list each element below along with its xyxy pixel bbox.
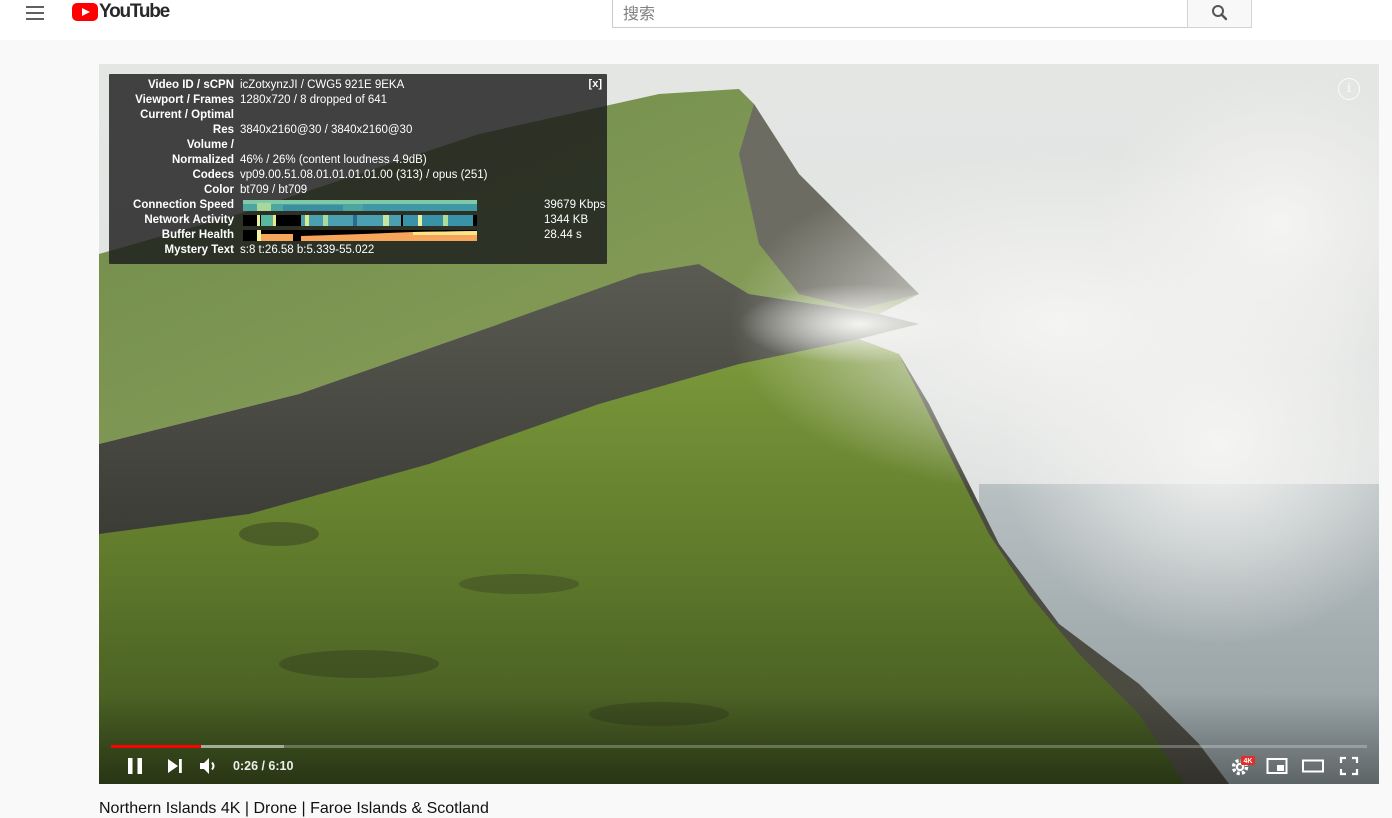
stats-value: 46% / 26% (content loudness 4.9dB) [240, 154, 427, 166]
stats-label: Normalized [172, 154, 234, 166]
search-input[interactable] [623, 4, 1177, 23]
theater-mode-icon[interactable] [1301, 754, 1325, 778]
stats-row: Video ID / sCPN icZotxynzJI / CWG5 921E 9… [115, 78, 601, 93]
next-video-icon[interactable] [163, 754, 187, 778]
info-icon[interactable]: i [1338, 78, 1360, 100]
stats-row-buffer-health: Buffer Health 28.44 s [115, 228, 601, 243]
logo-text: YouTube [99, 1, 170, 22]
stats-value: 1344 KB [544, 214, 589, 226]
volume-icon[interactable] [197, 754, 221, 778]
stats-row-network-activity: Network Activity 1344 KB [115, 213, 601, 228]
video-player[interactable]: [x] Video ID / sCPN icZotxynzJI / CWG5 92… [99, 64, 1379, 784]
progress-bar[interactable] [111, 745, 1367, 748]
stats-row: Res 3840x2160@30 / 3840x2160@30 [115, 123, 601, 138]
time-display: 0:26 / 6:10 [233, 759, 294, 773]
connection-speed-graph [243, 200, 477, 211]
pause-icon[interactable] [123, 754, 147, 778]
stats-label: Buffer Health [161, 229, 234, 241]
stats-label: Mystery Text [164, 244, 234, 256]
stats-value: 39679 Kbps [544, 199, 606, 211]
stats-row-connection-speed: Connection Speed 39679 Kbps [115, 198, 605, 213]
stats-label: Codecs [192, 169, 234, 181]
stats-row-mystery-text: Mystery Text s:8 t:26.58 b:5.339-55.022 [115, 243, 601, 258]
settings-gear-icon[interactable]: 4K [1229, 754, 1255, 778]
stats-row: Current / Optimal [115, 108, 601, 123]
network-activity-graph [243, 215, 477, 226]
stats-label: Res [212, 124, 234, 136]
stats-value: bt709 / bt709 [240, 184, 308, 196]
stats-value: icZotxynzJI / CWG5 921E 9EKA [240, 79, 405, 91]
fullscreen-icon[interactable] [1337, 754, 1361, 778]
search-icon [1212, 5, 1228, 21]
stats-label: Video ID / sCPN [147, 79, 234, 91]
stats-value: 3840x2160@30 / 3840x2160@30 [240, 124, 413, 136]
stats-for-nerds-panel: [x] Video ID / sCPN icZotxynzJI / CWG5 92… [109, 74, 607, 264]
video-title: Northern Islands 4K | Drone | Faroe Isla… [99, 800, 489, 817]
stats-value: vp09.00.51.08.01.01.01.01.00 (313) / opu… [240, 169, 488, 181]
stats-label: Volume / [186, 139, 234, 151]
buffer-health-graph [243, 230, 477, 241]
quality-badge-label: 4K [1244, 758, 1253, 765]
progress-played [111, 745, 202, 748]
stats-row: Color bt709 / bt709 [115, 183, 601, 198]
menu-icon[interactable] [22, 2, 50, 22]
stats-label: Network Activity [144, 214, 234, 226]
stats-value: s:8 t:26.58 b:5.339-55.022 [240, 244, 375, 256]
stats-row: Viewport / Frames 1280x720 / 8 dropped of… [115, 93, 601, 108]
search-box[interactable] [612, 0, 1188, 28]
stats-value: 1280x720 / 8 dropped of 641 [240, 94, 388, 106]
stats-label: Color [203, 184, 234, 196]
miniplayer-icon[interactable] [1265, 754, 1289, 778]
stats-value: 28.44 s [544, 229, 582, 241]
stats-label: Viewport / Frames [135, 94, 234, 106]
stats-label: Connection Speed [133, 199, 234, 211]
stats-label: Current / Optimal [140, 109, 234, 121]
search-button[interactable] [1187, 0, 1252, 28]
stats-row: Normalized 46% / 26% (content loudness 4.… [115, 153, 601, 168]
masthead: YouTube [0, 0, 1392, 40]
youtube-logo[interactable]: YouTube [72, 1, 170, 22]
youtube-play-logo-icon [72, 3, 98, 21]
stats-row: Volume / [115, 138, 601, 153]
stats-row: Codecs vp09.00.51.08.01.01.01.01.00 (313)… [115, 168, 601, 183]
